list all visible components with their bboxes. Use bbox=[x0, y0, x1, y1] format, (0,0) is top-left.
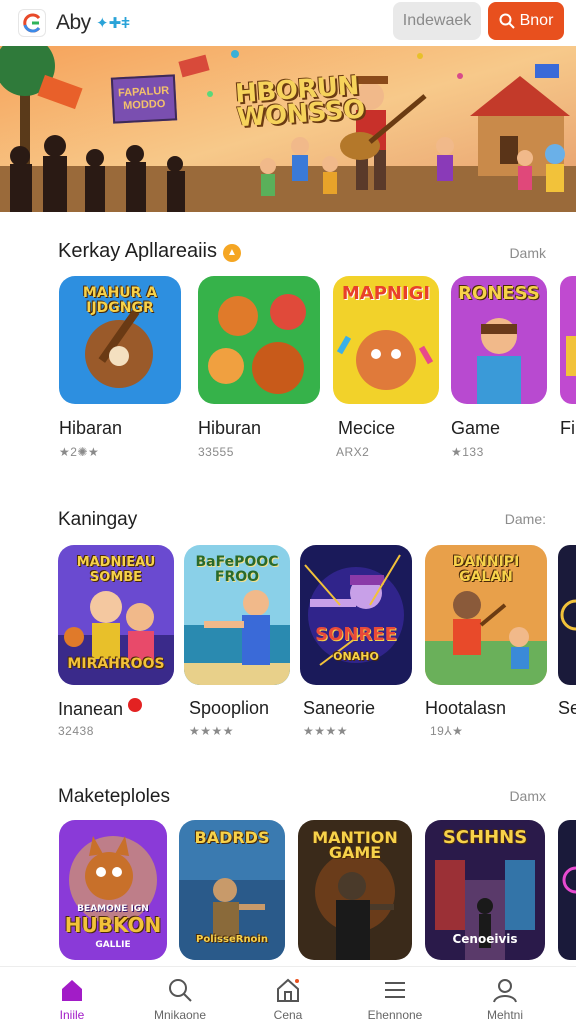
app-art-title: DANNIPI GALAN bbox=[452, 554, 520, 585]
app-name: Aby bbox=[56, 11, 91, 34]
nav-label: Iniile bbox=[59, 1008, 85, 1022]
nav-label: Cena bbox=[273, 1008, 303, 1022]
section-2-more-link[interactable]: Dame: bbox=[505, 511, 546, 527]
search-button[interactable]: Bnor bbox=[488, 2, 564, 40]
app-thumbnail: BaFePOOC FROO bbox=[184, 545, 290, 685]
app-art-caption: GALLIE bbox=[95, 940, 131, 950]
nav-label: Ehennone bbox=[367, 1008, 423, 1022]
app-rating: 33555 bbox=[198, 445, 234, 459]
app-rating: ★★★★ bbox=[303, 724, 349, 738]
section-1-more-link[interactable]: Damk bbox=[509, 245, 546, 261]
menu-icon bbox=[385, 982, 405, 998]
app-header: Aby ✦✚ǂ Indewaek Bnor bbox=[0, 0, 576, 46]
app-thumbnail: BEAMONE IGN HUBKON GALLIE bbox=[59, 820, 167, 960]
store-icon bbox=[277, 978, 299, 1002]
app-thumbnail bbox=[558, 545, 576, 685]
app-thumbnail bbox=[198, 276, 320, 404]
nav-item-search[interactable]: Mnikaone bbox=[125, 967, 235, 1024]
app-art-title: BADRDS bbox=[194, 828, 270, 847]
home-icon bbox=[62, 980, 82, 1001]
search-icon bbox=[499, 13, 515, 29]
banner-sign: FAPALUR MODDO bbox=[110, 74, 178, 124]
app-rating: 19⅄★ bbox=[430, 724, 464, 738]
profile-icon bbox=[493, 979, 517, 1003]
app-logo-icon[interactable] bbox=[18, 9, 46, 37]
app-art-title: SCHHNS bbox=[442, 827, 528, 848]
app-thumbnail: DANNIPI GALAN bbox=[425, 545, 547, 685]
secondary-button-label: Indewaek bbox=[402, 12, 472, 29]
app-art-title: BaFePOOC FROO bbox=[195, 554, 279, 585]
nav-item-home[interactable]: Iniile bbox=[17, 967, 127, 1024]
section-title-2: Kaningay bbox=[58, 509, 138, 530]
app-name: Spooplion bbox=[189, 698, 270, 718]
app-thumbnail bbox=[558, 820, 576, 960]
section-1-row: MAHUR A IJDGNGR Hibaran ★2✺★ Hiburan 335… bbox=[0, 276, 576, 459]
app-thumbnail: RONESS bbox=[451, 276, 547, 404]
app-thumbnail bbox=[560, 276, 576, 404]
app-rating: ★★★★ bbox=[189, 724, 235, 738]
app-name: Game bbox=[451, 418, 501, 438]
app-name: Hootalasn bbox=[425, 698, 507, 718]
app-name: Saneorie bbox=[303, 698, 376, 718]
secondary-button[interactable]: Indewaek bbox=[393, 2, 481, 40]
app-name: Se bbox=[558, 698, 576, 718]
app-art-title: MANTION GAME bbox=[312, 828, 398, 862]
app-name: Hibaran bbox=[59, 418, 123, 438]
section-1-badge-icon: ▲ bbox=[222, 244, 241, 262]
banner-title: HBORUN WONSSO bbox=[234, 71, 366, 134]
app-art-title: MAPNIGI bbox=[341, 283, 431, 304]
app-art-title: RONESS bbox=[458, 283, 540, 304]
section-3-row: BEAMONE IGN HUBKON GALLIE BADRDS Polisse… bbox=[0, 820, 576, 962]
nav-item-store[interactable]: Cena bbox=[233, 967, 343, 1024]
app-art-subtitle: Cenoeivis bbox=[452, 932, 518, 946]
section-title-1: Kerkay Apllareaiis ▲ bbox=[58, 240, 241, 263]
app-thumbnail: MAHUR A IJDGNGR bbox=[59, 276, 181, 404]
app-rating: 32438 bbox=[58, 724, 94, 738]
app-name: Fi bbox=[560, 418, 575, 438]
app-thumbnail: SONREE ONAHO bbox=[300, 545, 412, 685]
app-art-subtitle: MIRAHROOS bbox=[67, 656, 165, 672]
app-thumbnail: MAPNIGI bbox=[333, 276, 439, 404]
app-rating: ★2✺★ bbox=[59, 445, 100, 459]
app-art-subtitle: PolisseRnoin bbox=[196, 934, 268, 945]
nav-label: Mnikaone bbox=[153, 1008, 207, 1022]
app-thumbnail: BADRDS PolisseRnoin bbox=[179, 820, 285, 960]
search-icon bbox=[169, 979, 192, 1002]
banner-title-line-2: WONSSO bbox=[235, 94, 366, 134]
notification-dot-icon bbox=[128, 698, 143, 712]
section-1-title-text: Kerkay Apllareaiis bbox=[58, 240, 217, 262]
app-name: Hiburan bbox=[198, 418, 262, 438]
bottom-navigation: Iniile Mnikaone Cena Ehennone Mehtni bbox=[0, 966, 576, 1024]
app-rating: ARX2 bbox=[336, 445, 370, 459]
nav-item-profile[interactable]: Mehtni bbox=[450, 967, 560, 1024]
hero-banner[interactable]: FAPALUR MODDO HBORUN WONSSO bbox=[0, 46, 576, 212]
app-art-title: SONREE bbox=[315, 624, 397, 645]
app-art-subtitle: HUBKON bbox=[64, 913, 162, 937]
search-button-label: Bnor bbox=[519, 12, 554, 29]
app-name-decoration: ✦✚ǂ bbox=[96, 15, 130, 32]
app-rating: ★133 bbox=[451, 445, 484, 459]
section-3-more-link[interactable]: Damx bbox=[509, 788, 546, 804]
app-thumbnail: MADNIEAU SOMBE MIRAHROOS bbox=[58, 545, 174, 685]
app-art-title: MADNIEAU SOMBE bbox=[76, 555, 156, 585]
app-thumbnail: SCHHNS Cenoeivis bbox=[425, 820, 545, 960]
nav-label: Mehtni bbox=[486, 1008, 524, 1022]
app-name: Mecice bbox=[338, 418, 396, 438]
section-2-row: MADNIEAU SOMBE MIRAHROOS Inanean 32438 B… bbox=[0, 545, 576, 738]
app-name: Inanean bbox=[58, 698, 143, 720]
section-title-3: Maketeploles bbox=[58, 786, 170, 807]
nav-item-menu[interactable]: Ehennone bbox=[340, 967, 450, 1024]
app-art-subtitle: ONAHO bbox=[333, 650, 379, 663]
app-thumbnail: MANTION GAME bbox=[298, 820, 412, 960]
app-art-title: MAHUR A IJDGNGR bbox=[82, 285, 158, 316]
